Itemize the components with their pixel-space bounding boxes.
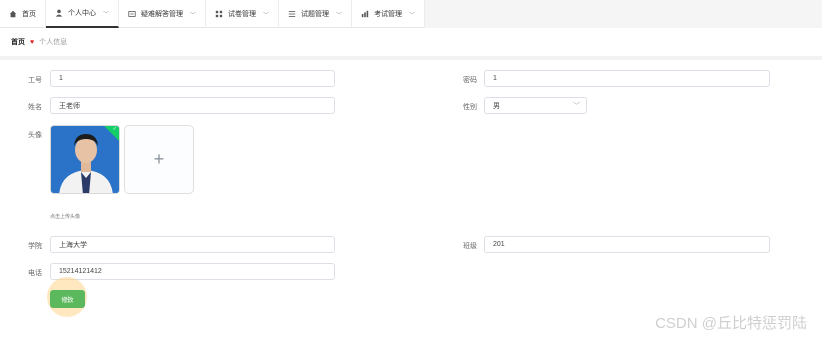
breadcrumb-current: 个人信息 <box>39 39 68 46</box>
avatar-label: 头像 <box>28 132 42 139</box>
class-value: 201 <box>493 241 505 248</box>
avatar-upload-button[interactable]: + <box>124 125 194 194</box>
nav-item-paper-management[interactable]: 试卷管理 ﹀ <box>206 0 280 28</box>
nav-item-label: 个人中心 <box>68 10 96 17</box>
hand-cursor-icon: ☝ <box>64 295 71 306</box>
chevron-down-icon: ﹀ <box>336 12 343 19</box>
id-label: 工号 <box>28 77 42 84</box>
name-field[interactable]: 王老师 <box>50 97 335 114</box>
nav-item-exam-management[interactable]: 考试管理 ﹀ <box>352 0 426 28</box>
nav-filler <box>425 0 822 28</box>
portrait-image <box>51 126 119 193</box>
password-field[interactable]: 1 <box>484 70 770 87</box>
nav-item-label: 疑难解答管理 <box>141 11 184 18</box>
nav-item-label: 首页 <box>22 11 36 18</box>
college-label: 学院 <box>28 243 42 250</box>
list-icon <box>288 11 296 17</box>
gender-label: 性别 <box>463 104 477 111</box>
user-icon <box>55 9 63 17</box>
password-label: 密码 <box>463 77 477 84</box>
id-value: 1 <box>59 75 63 82</box>
class-label: 班级 <box>463 243 477 250</box>
phone-field[interactable]: 15214121412 <box>50 263 335 280</box>
gender-select[interactable]: 男 ﹀ <box>484 97 587 114</box>
chevron-down-icon: ﹀ <box>103 11 110 18</box>
phone-label: 电话 <box>28 270 42 277</box>
name-label: 姓名 <box>28 104 42 111</box>
exam-icon <box>361 10 369 18</box>
chevron-down-icon: ﹀ <box>573 103 580 110</box>
nav-item-qa-management[interactable]: 疑难解答管理 ﹀ <box>119 0 207 28</box>
nav-item-personal-center[interactable]: 个人中心 ﹀ <box>46 0 120 28</box>
qa-icon <box>128 11 136 17</box>
college-field[interactable]: 上海大学 <box>50 236 335 253</box>
home-icon <box>9 10 17 18</box>
nav-item-label: 试卷管理 <box>228 11 257 18</box>
nav-item-label: 考试管理 <box>374 11 403 18</box>
watermark: CSDN @丘比特惩罚陆 <box>655 315 807 332</box>
name-value: 王老师 <box>59 102 80 110</box>
check-icon: ✓ <box>112 126 117 132</box>
nav-item-home[interactable]: 首页 <box>0 0 46 28</box>
class-field[interactable]: 201 <box>484 236 770 253</box>
grid-icon <box>215 10 223 18</box>
plus-icon: + <box>153 149 165 169</box>
chevron-down-icon: ﹀ <box>409 12 416 19</box>
college-value: 上海大学 <box>59 241 87 249</box>
chevron-down-icon: ﹀ <box>263 12 270 19</box>
top-nav: 首页 个人中心 ﹀ 疑难解答管理 ﹀ 试卷管理 ﹀ 试题管理 ﹀ 考试管理 ﹀ <box>0 0 822 28</box>
breadcrumb: 首页 ♥ 个人信息 <box>0 28 822 56</box>
breadcrumb-home[interactable]: 首页 <box>11 37 25 47</box>
password-value: 1 <box>493 75 497 82</box>
divider <box>0 56 822 60</box>
id-field[interactable]: 1 <box>50 70 335 87</box>
gender-value: 男 <box>493 102 500 110</box>
nav-item-question-management[interactable]: 试题管理 ﹀ <box>279 0 353 28</box>
avatar-photo[interactable]: ✓ <box>50 125 120 194</box>
avatar-tip: 点击上传头像 <box>50 214 81 220</box>
nav-item-label: 试题管理 <box>301 11 330 18</box>
phone-value: 15214121412 <box>59 268 102 275</box>
heart-icon: ♥ <box>30 38 35 46</box>
chevron-down-icon: ﹀ <box>190 12 197 19</box>
